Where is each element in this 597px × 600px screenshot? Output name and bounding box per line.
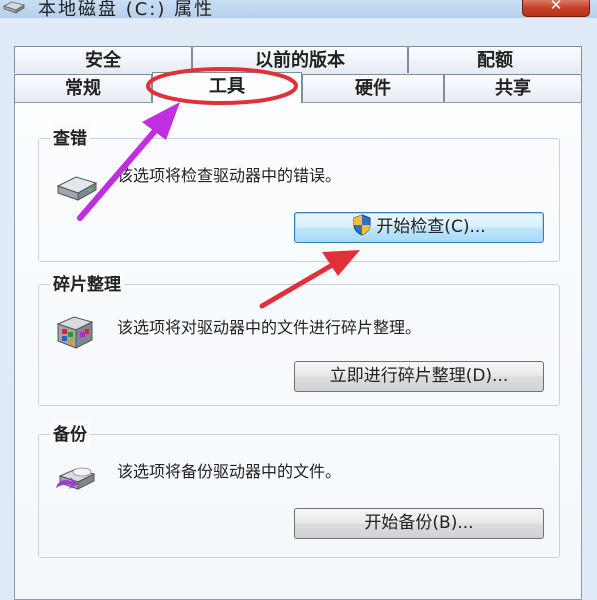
backup-group	[38, 434, 560, 558]
start-backup-button[interactable]: 开始备份(B)...	[294, 508, 544, 539]
tab-hardware[interactable]: 硬件	[302, 74, 444, 102]
close-button[interactable]: ✕	[522, 0, 590, 17]
drive-icon	[2, 1, 26, 14]
title-bar: 本地磁盘 (C:) 属性 ✕	[0, 0, 597, 20]
start-check-button[interactable]: 开始检查(C)...	[294, 212, 544, 243]
tab-security[interactable]: 安全	[14, 46, 192, 73]
hard-drive-icon	[56, 176, 98, 201]
tab-quota[interactable]: 配额	[408, 46, 582, 73]
tab-general[interactable]: 常规	[14, 74, 152, 102]
defrag-description: 该选项将对驱动器中的文件进行碎片整理。	[117, 318, 422, 337]
tab-tools[interactable]: 工具	[152, 72, 302, 103]
error-check-group	[38, 138, 560, 262]
start-check-label: 开始检查(C)...	[376, 217, 486, 237]
tab-sharing[interactable]: 共享	[444, 74, 582, 102]
defrag-icon	[56, 316, 94, 349]
tab-previous-versions[interactable]: 以前的版本	[192, 46, 408, 73]
backup-title: 备份	[50, 420, 90, 445]
error-check-title: 查错	[50, 124, 90, 149]
uac-shield-icon	[353, 214, 371, 236]
defrag-now-button[interactable]: 立即进行碎片整理(D)...	[294, 361, 544, 392]
backup-icon	[56, 467, 96, 490]
defrag-title: 碎片整理	[50, 270, 124, 295]
error-check-description: 该选项将检查驱动器中的错误。	[117, 166, 342, 185]
close-icon: ✕	[549, 0, 563, 14]
backup-description: 该选项将备份驱动器中的文件。	[117, 462, 342, 481]
